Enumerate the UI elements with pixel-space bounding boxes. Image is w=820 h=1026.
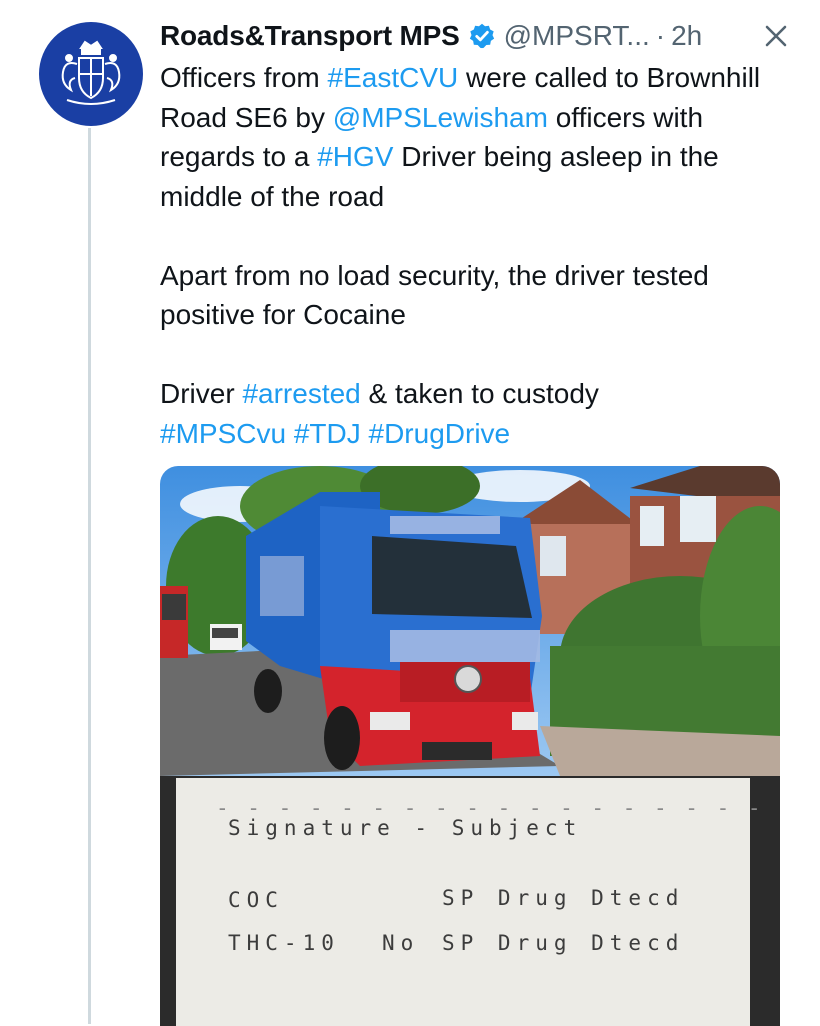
truck-photo[interactable]: [160, 466, 780, 776]
tweet-media[interactable]: - - - - - - - - - - - - - - - - - - - - …: [160, 466, 780, 1026]
receipt-paper: - - - - - - - - - - - - - - - - - - - - …: [176, 778, 780, 1026]
receipt-row1-left: COC: [228, 888, 284, 912]
tweet-paragraph: Driver #arrested & taken to custody #MPSC…: [160, 374, 800, 453]
tweet-text-segment: Driver: [160, 378, 243, 409]
tweet-text-segment: [361, 418, 369, 449]
receipt-row2-right: SP Drug Dtecd: [442, 931, 685, 955]
hashtag-link[interactable]: #TDJ: [294, 418, 361, 449]
mention-link[interactable]: @MPSLewisham: [333, 102, 548, 133]
hashtag-link[interactable]: #HGV: [317, 141, 393, 172]
hashtag-link[interactable]: #MPSCvu: [160, 418, 286, 449]
handle[interactable]: @MPSRT...: [504, 20, 650, 52]
timestamp[interactable]: 2h: [671, 20, 702, 52]
receipt-row1-right: SP Drug Dtecd: [442, 886, 685, 910]
breath-test-receipt-photo[interactable]: - - - - - - - - - - - - - - - - - - - - …: [160, 776, 780, 1026]
receipt-row2-left: THC-10: [228, 931, 340, 955]
tweet-text: Officers from #EastCVU were called to Br…: [160, 58, 800, 453]
tweet-text-segment: & taken to custody: [360, 378, 599, 409]
receipt-header: Signature - Subject: [228, 816, 583, 840]
tweet-text-segment: Apart from no load security, the driver …: [160, 259, 709, 331]
hashtag-link[interactable]: #DrugDrive: [369, 418, 511, 449]
thread-line: [88, 128, 91, 1024]
met-police-crest-icon: [61, 40, 121, 105]
avatar[interactable]: [39, 22, 143, 126]
tweet-paragraph: Officers from #EastCVU were called to Br…: [160, 58, 800, 216]
display-name[interactable]: Roads&Transport MPS: [160, 20, 460, 52]
tweet-paragraph: Apart from no load security, the driver …: [160, 256, 800, 335]
close-icon[interactable]: [758, 18, 794, 54]
verified-badge-icon: [469, 23, 494, 49]
tweet-text-segment: [286, 418, 294, 449]
receipt-row2-mid: No: [382, 931, 420, 955]
tweet-header: Roads&Transport MPS @MPSRT... · 2h: [160, 16, 800, 56]
hashtag-link[interactable]: #arrested: [242, 378, 360, 409]
tweet-text-segment: Officers from: [160, 62, 328, 93]
hashtag-link[interactable]: #EastCVU: [328, 62, 459, 93]
separator-dot: ·: [655, 20, 666, 51]
